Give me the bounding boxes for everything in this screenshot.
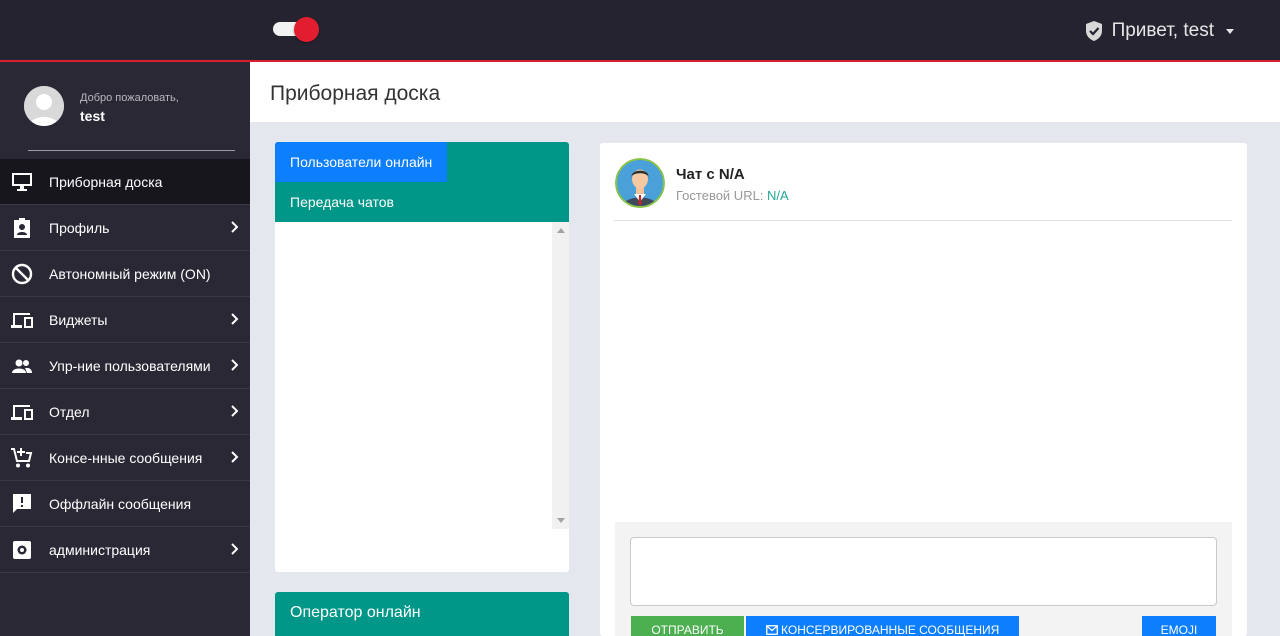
feedback-icon — [13, 494, 31, 513]
shield-check-icon — [1085, 21, 1102, 41]
top-navbar: Привет, test — [0, 0, 1280, 62]
caret-down-icon — [1226, 28, 1234, 34]
sidebar-item-user-management[interactable]: Упр-ние пользователями — [0, 343, 250, 389]
chevron-right-icon — [231, 405, 239, 417]
sidebar-item-label: Упр-ние пользователями — [49, 358, 211, 374]
sidebar-item-label: администрация — [49, 542, 151, 558]
chevron-right-icon — [231, 543, 239, 555]
message-composer: ОТПРАВИТЬ КОНСЕРВИРОВАННЫЕ СООБЩЕНИЯ EMO… — [615, 522, 1232, 636]
chevron-right-icon — [231, 451, 239, 463]
envelope-icon — [765, 625, 778, 635]
page-header: Приборная доска — [250, 62, 1280, 122]
sidebar-item-label: Оффлайн сообщения — [49, 496, 192, 512]
people-icon — [12, 359, 32, 373]
scroll-down-arrow-icon[interactable] — [557, 518, 565, 523]
sidebar-item-offline-mode[interactable]: Автономный режим (ON) — [0, 251, 250, 297]
users-tabstrip: Пользователи онлайн Передача чатов — [275, 142, 569, 222]
chat-panel: Чат с N/A Гостевой URL: N/A ОТПРАВИТЬ КО… — [600, 143, 1247, 636]
devices-icon — [11, 313, 33, 328]
sidebar-item-dashboard[interactable]: Приборная доска — [0, 159, 250, 205]
tab-online-users[interactable]: Пользователи онлайн — [275, 142, 447, 182]
sidebar-item-administration[interactable]: администрация — [0, 527, 250, 573]
sidebar-item-label: Отдел — [49, 404, 90, 420]
toggle-knob — [294, 17, 319, 42]
divider — [614, 220, 1232, 221]
sidebar-item-label: Консе-нные сообщения — [49, 450, 203, 466]
offline-mode-toggle[interactable] — [273, 17, 319, 42]
emoji-button[interactable]: EMOJI — [1142, 616, 1216, 636]
sidebar-username: test — [80, 108, 105, 124]
cart-plus-icon — [11, 448, 33, 468]
sidebar-item-profile[interactable]: Профиль — [0, 205, 250, 251]
avatar — [24, 86, 64, 126]
tab-chat-transfer[interactable]: Передача чатов — [275, 182, 569, 222]
sidebar-item-canned-messages[interactable]: Консе-нные сообщения — [0, 435, 250, 481]
sidebar-item-offline-messages[interactable]: Оффлайн сообщения — [0, 481, 250, 527]
users-panel: Пользователи онлайн Передача чатов — [275, 142, 569, 572]
sidebar-item-label: Приборная доска — [49, 174, 163, 190]
scroll-up-arrow-icon[interactable] — [557, 228, 565, 233]
guest-url-value[interactable]: N/A — [767, 188, 789, 203]
sidebar: Добро пожаловать, test Приборная доска П… — [0, 62, 250, 636]
user-greeting: Привет, test — [1111, 20, 1214, 41]
operator-online-title: Оператор онлайн — [290, 604, 421, 621]
guest-url-label: Гостевой URL: — [676, 188, 764, 203]
chevron-right-icon — [231, 313, 239, 325]
send-button[interactable]: ОТПРАВИТЬ — [631, 616, 744, 636]
sidebar-user-block: Добро пожаловать, test — [0, 62, 250, 159]
block-icon — [11, 263, 33, 285]
sidebar-item-label: Автономный режим (ON) — [49, 266, 211, 282]
page-title: Приборная доска — [270, 82, 441, 105]
divider — [28, 150, 235, 151]
canned-messages-label: КОНСЕРВИРОВАННЫЕ СООБЩЕНИЯ — [781, 623, 1000, 636]
message-input[interactable] — [630, 537, 1217, 606]
chevron-right-icon — [231, 359, 239, 371]
chat-title: Чат с N/A — [676, 166, 745, 183]
settings-icon — [13, 541, 31, 559]
devices-icon — [11, 405, 33, 420]
guest-url: Гостевой URL: N/A — [676, 188, 789, 203]
sidebar-item-label: Профиль — [49, 220, 110, 236]
operator-online-panel: Оператор онлайн — [275, 592, 569, 636]
users-list-scrollbar[interactable] — [552, 222, 569, 529]
welcome-text: Добро пожаловать, — [80, 92, 179, 104]
sidebar-item-department[interactable]: Отдел — [0, 389, 250, 435]
sidebar-item-label: Виджеты — [49, 312, 108, 328]
guest-avatar — [615, 158, 665, 208]
canned-messages-button[interactable]: КОНСЕРВИРОВАННЫЕ СООБЩЕНИЯ — [746, 616, 1019, 636]
sidebar-menu: Приборная доска Профиль Автономный режим… — [0, 159, 250, 573]
chevron-right-icon — [231, 221, 239, 233]
user-menu[interactable]: Привет, test — [1084, 18, 1234, 44]
badge-icon — [14, 218, 30, 238]
sidebar-item-widgets[interactable]: Виджеты — [0, 297, 250, 343]
monitor-icon — [12, 173, 32, 191]
